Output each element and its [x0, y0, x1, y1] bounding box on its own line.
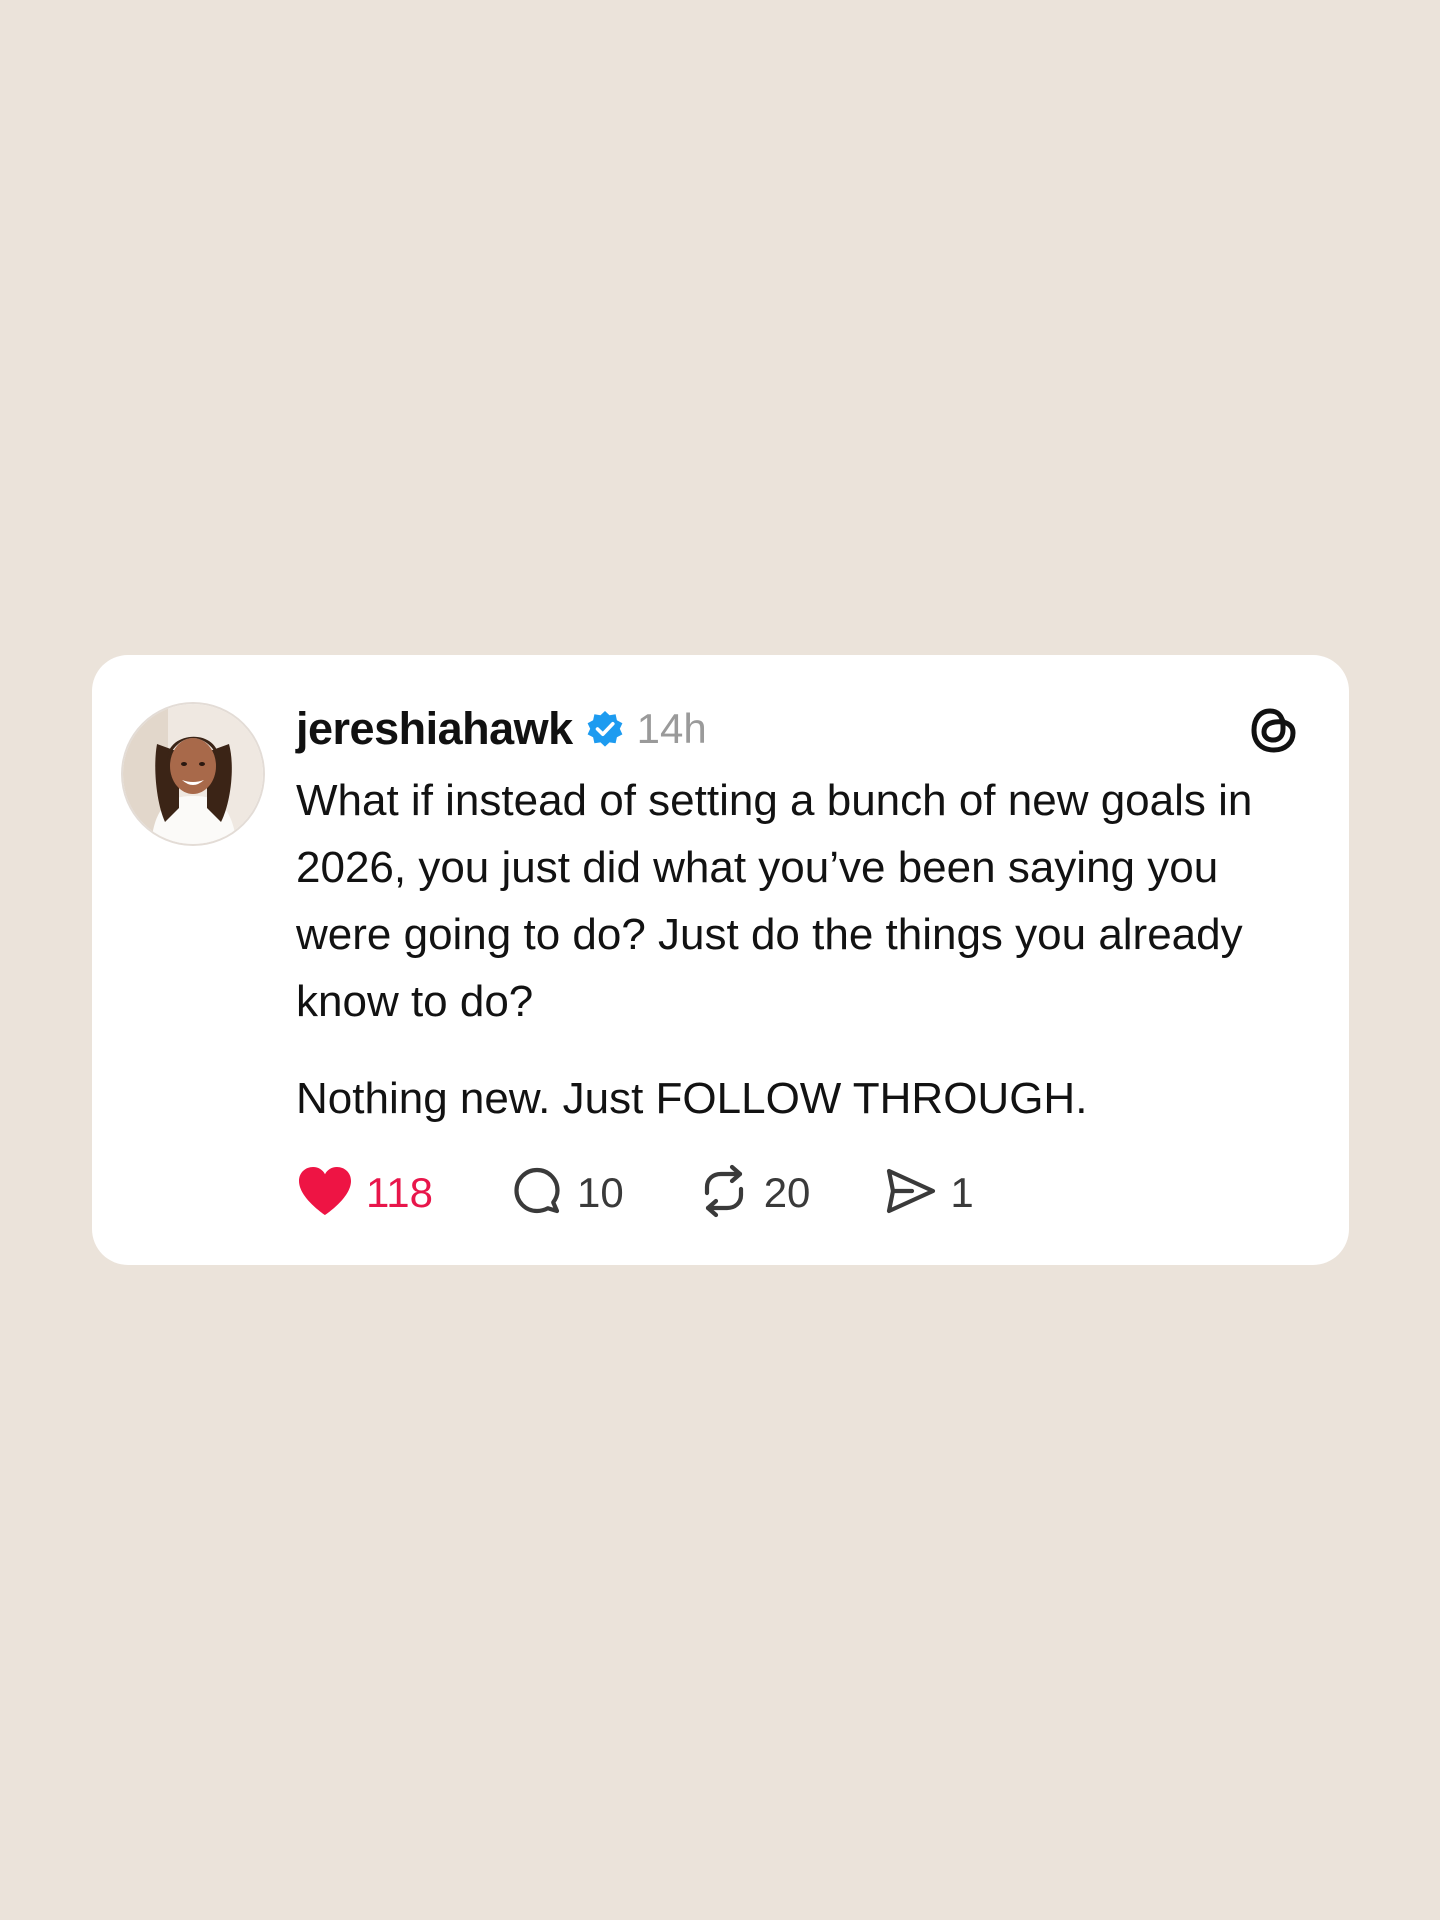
comment-icon: [509, 1163, 565, 1224]
reply-button[interactable]: 10: [509, 1163, 624, 1224]
share-button[interactable]: 1: [882, 1163, 974, 1224]
repost-icon: [696, 1163, 752, 1224]
like-button[interactable]: 118: [296, 1165, 433, 1222]
like-count: 118: [366, 1169, 433, 1216]
post-time: 14h: [636, 705, 707, 752]
post-body: What if instead of setting a bunch of ne…: [296, 767, 1296, 1132]
repost-button[interactable]: 20: [696, 1163, 811, 1224]
username[interactable]: jereshiahawk: [296, 703, 573, 755]
post-actions: 118 10 20 1: [296, 1163, 974, 1223]
reply-count: 10: [576, 1169, 624, 1216]
verified-badge-icon: [585, 709, 625, 749]
avatar[interactable]: [123, 704, 263, 844]
send-icon: [882, 1163, 938, 1224]
post-header: jereshiahawk 14h: [296, 699, 707, 759]
avatar-image: [123, 704, 263, 844]
share-count: 1: [950, 1169, 974, 1216]
post-paragraph: What if instead of setting a bunch of ne…: [296, 776, 1253, 1026]
post-card: jereshiahawk 14h What if instead of sett…: [92, 655, 1349, 1265]
post-paragraph: Nothing new. Just FOLLOW THROUGH.: [296, 1074, 1088, 1123]
threads-logo-icon[interactable]: [1247, 703, 1301, 757]
heart-icon: [296, 1165, 354, 1222]
repost-count: 20: [763, 1169, 811, 1216]
